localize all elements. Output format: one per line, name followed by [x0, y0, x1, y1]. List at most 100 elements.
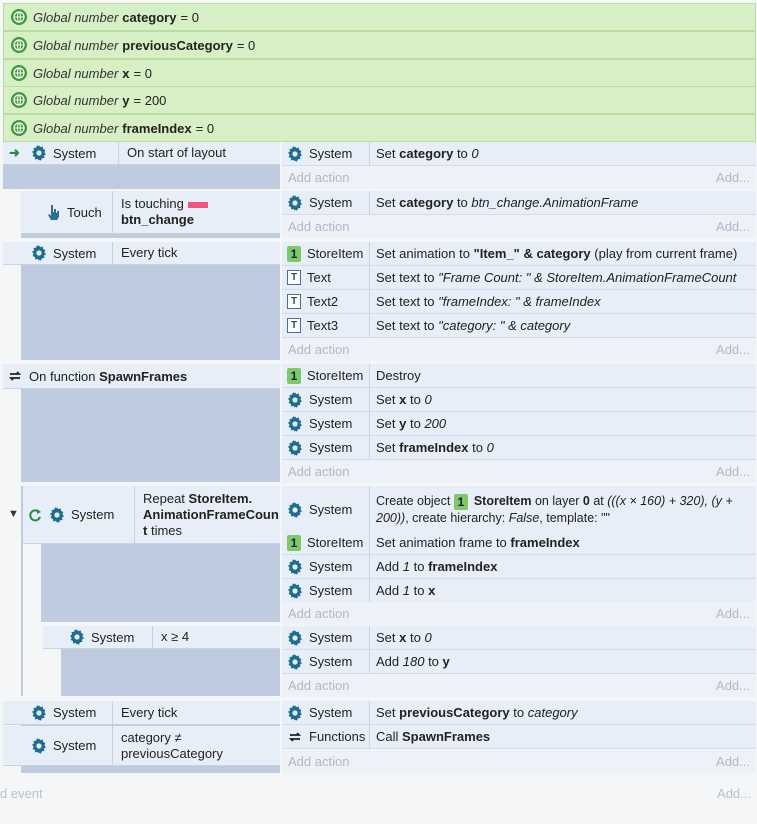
action-add-180-y[interactable]: System Add 180 to y: [282, 650, 756, 674]
action-text: Set category to btn_change.AnimationFram…: [370, 195, 638, 210]
condition-start-of-layout[interactable]: ➜ System On start of layout: [3, 142, 280, 165]
gear-icon: [32, 245, 46, 261]
function-name: SpawnFrames: [99, 368, 188, 384]
globe-icon: [11, 65, 27, 81]
object-name: Text: [307, 270, 331, 285]
add-action-row[interactable]: Add action Add...: [282, 215, 756, 238]
var-value: = 0: [180, 9, 199, 25]
text-part: to: [453, 195, 472, 210]
condition-label: Every tick: [121, 245, 178, 260]
condition-every-tick[interactable]: System Every tick: [3, 242, 280, 265]
condition-on-function[interactable]: On function SpawnFrames: [3, 364, 280, 389]
touch-hand-icon: [48, 205, 59, 220]
action-set-animation-frame[interactable]: 1 StoreItem Set animation frame to frameI…: [282, 531, 756, 555]
action-object: System: [282, 436, 370, 459]
action-call-spawnframes[interactable]: Functions Call SpawnFrames: [282, 725, 756, 749]
action-add-x[interactable]: System Add 1 to x: [282, 579, 756, 603]
action-set-y[interactable]: System Set y to 200: [282, 412, 756, 436]
action-object: System: [282, 626, 370, 649]
action-text: Set x to 0: [370, 630, 432, 645]
var-value: = 0: [133, 65, 152, 81]
add-action-link[interactable]: Add action: [288, 754, 349, 769]
action-set-x-0[interactable]: System Set x to 0: [282, 626, 756, 650]
text-part: "Frame Count: " & StoreItem.AnimationFra…: [438, 270, 737, 285]
text-part: Add: [376, 583, 403, 598]
action-add-frameindex[interactable]: System Add 1 to frameIndex: [282, 555, 756, 579]
action-text: Add 1 to x: [370, 583, 435, 598]
add-more-link[interactable]: Add...: [716, 342, 750, 357]
text-part: previousCategory: [399, 705, 510, 720]
text-part: category: [527, 705, 578, 720]
object-name: Functions: [309, 729, 366, 744]
action-set-previouscategory[interactable]: System Set previousCategory to category: [282, 701, 756, 725]
global-var-x[interactable]: Global number x = 0: [3, 59, 756, 87]
global-var-y[interactable]: Global number y = 200: [3, 86, 756, 114]
action-set-frameindex[interactable]: System Set frameIndex to 0: [282, 436, 756, 460]
global-var-frameIndex[interactable]: Global number frameIndex = 0: [3, 114, 756, 142]
object-name: Text3: [307, 318, 339, 333]
gear-icon: [288, 582, 302, 599]
storeitem-icon: 1: [287, 367, 301, 384]
action-set-category[interactable]: System Set category to 0: [282, 142, 756, 166]
add-action-row[interactable]: Add action Add...: [282, 460, 756, 483]
text-object-icon: T: [287, 318, 301, 333]
gear-icon: [288, 391, 302, 408]
add-event-more-link[interactable]: Add...: [717, 786, 751, 801]
gear-icon: [32, 145, 46, 161]
condition-category-not-equal[interactable]: System category ≠ previousCategory: [3, 726, 280, 766]
add-action-row[interactable]: Add action Add...: [282, 674, 756, 697]
add-more-link[interactable]: Add...: [716, 219, 750, 234]
add-event-row[interactable]: d event Add...: [0, 781, 757, 805]
global-var-category[interactable]: Global number category = 0: [3, 3, 756, 31]
var-name: y: [122, 92, 130, 108]
action-set-text3[interactable]: T Text3 Set text to "category: " & catego…: [282, 314, 756, 338]
global-var-previousCategory[interactable]: Global number previousCategory = 0: [3, 31, 756, 59]
action-object: System: [282, 142, 370, 165]
text-part: 200)): [376, 510, 406, 525]
action-set-category-frame[interactable]: System Set category to btn_change.Animat…: [282, 191, 756, 215]
text-part: Set: [376, 440, 400, 455]
add-action-link[interactable]: Add action: [288, 606, 349, 621]
object-name: System: [53, 738, 97, 753]
text-part: Set: [376, 195, 400, 210]
add-more-link[interactable]: Add...: [716, 170, 750, 185]
text-part: to: [453, 146, 472, 161]
condition-every-tick-2[interactable]: System Every tick: [3, 701, 280, 725]
add-action-link[interactable]: Add action: [288, 219, 349, 234]
text-part: False: [508, 510, 540, 525]
add-action-link[interactable]: Add action: [288, 170, 349, 185]
object-name: System: [309, 392, 353, 407]
text-part: Set text to: [376, 318, 439, 333]
action-destroy[interactable]: 1 StoreItem Destroy: [282, 364, 756, 388]
collapse-triangle-icon[interactable]: ▼: [8, 508, 19, 520]
add-more-link[interactable]: Add...: [716, 606, 750, 621]
action-create-object[interactable]: System Create object 1 StoreItem on layer…: [282, 486, 756, 534]
action-set-x[interactable]: System Set x to 0: [282, 388, 756, 412]
add-action-link[interactable]: Add action: [288, 342, 349, 357]
text-part: Set animation to: [376, 246, 474, 261]
add-action-row[interactable]: Add action Add...: [282, 602, 756, 625]
action-set-animation[interactable]: 1 StoreItem Set animation to "Item_" & ca…: [282, 242, 756, 266]
var-value: = 0: [195, 120, 215, 136]
gear-icon: [288, 145, 302, 162]
object-name: Text2: [307, 294, 339, 309]
condition-is-touching[interactable]: Touch Is touching btn_change: [21, 191, 280, 234]
add-more-link[interactable]: Add...: [716, 464, 750, 479]
action-set-text[interactable]: T Text Set text to "Frame Count: " & Stor…: [282, 266, 756, 290]
text-part: Set: [376, 705, 400, 720]
action-set-text2[interactable]: T Text2 Set text to "frameIndex: " & fram…: [282, 290, 756, 314]
add-more-link[interactable]: Add...: [716, 754, 750, 769]
add-action-link[interactable]: Add action: [288, 464, 349, 479]
text-part: frameIndex: [510, 535, 580, 550]
add-action-row[interactable]: Add action Add...: [282, 166, 756, 189]
add-event-link[interactable]: d event: [0, 786, 43, 801]
add-action-link[interactable]: Add action: [288, 678, 349, 693]
add-action-row[interactable]: Add action Add...: [282, 750, 756, 773]
object-name: System: [309, 416, 353, 431]
condition-repeat[interactable]: System Repeat StoreItem. AnimationFrameC…: [23, 486, 280, 544]
condition-x-gte-4[interactable]: System x ≥ 4: [43, 626, 280, 649]
action-object: System: [282, 412, 370, 435]
text-part: SpawnFrames: [402, 729, 491, 744]
add-action-row[interactable]: Add action Add...: [282, 338, 756, 361]
add-more-link[interactable]: Add...: [716, 678, 750, 693]
